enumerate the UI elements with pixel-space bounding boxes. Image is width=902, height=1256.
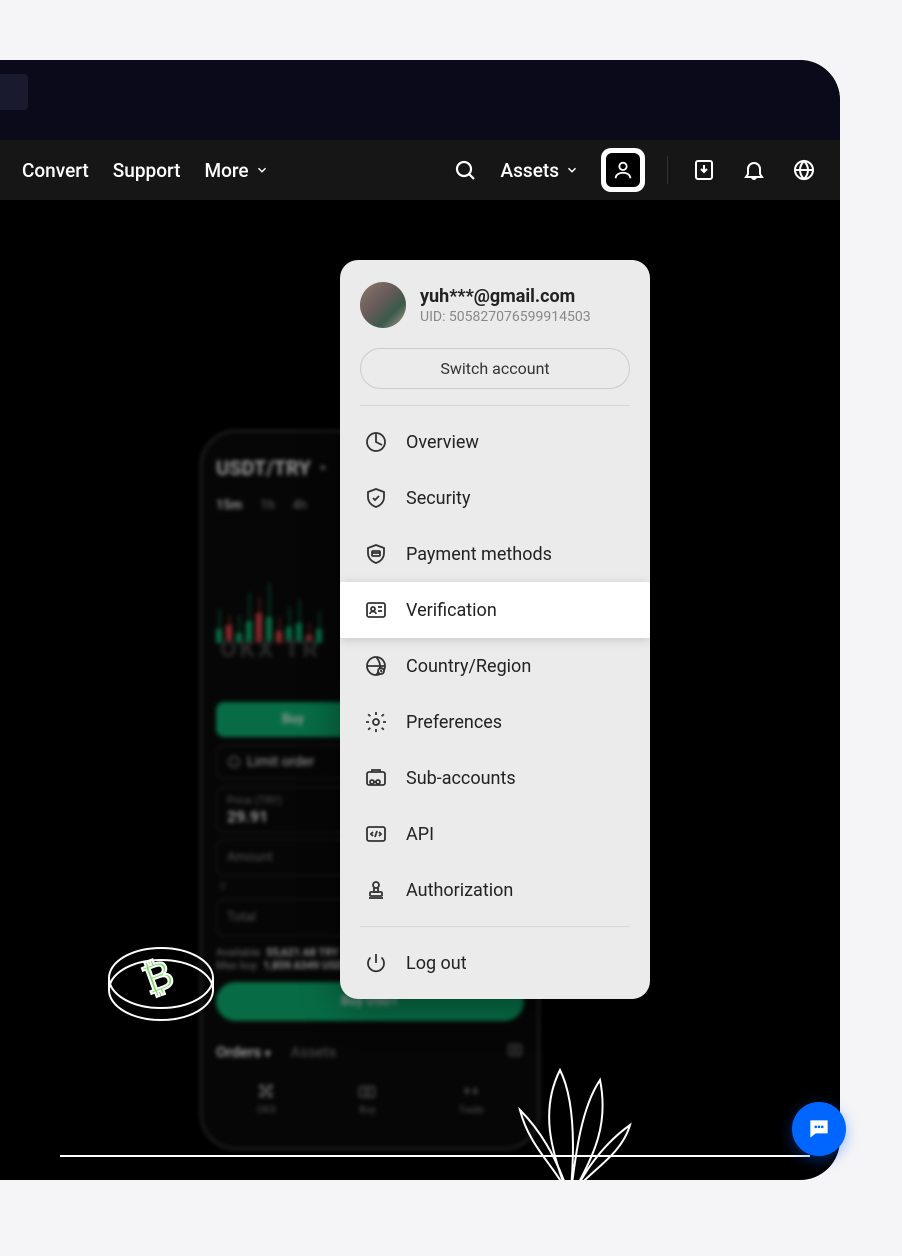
- bn-buy[interactable]: Buy: [357, 1081, 377, 1116]
- nav-convert[interactable]: Convert: [22, 159, 89, 182]
- switch-account-button[interactable]: Switch account: [360, 348, 630, 389]
- bn-okx[interactable]: OKX: [256, 1081, 276, 1116]
- globe-location-icon: [364, 654, 388, 678]
- language-button[interactable]: [790, 156, 818, 184]
- chevron-down-icon: [255, 163, 269, 177]
- search-icon: [453, 158, 477, 182]
- code-icon: [364, 822, 388, 846]
- card-icon: [364, 542, 388, 566]
- menu-security[interactable]: Security: [340, 470, 650, 526]
- globe-icon: [792, 158, 816, 182]
- search-button[interactable]: [451, 156, 479, 184]
- browser-tab-edge: [0, 74, 28, 110]
- info-icon: [227, 755, 241, 769]
- user-uid: UID: 505827076599914503: [420, 309, 591, 325]
- window-title-bar: [0, 60, 840, 140]
- user-menu-button[interactable]: [601, 148, 645, 192]
- menu-label: Log out: [406, 953, 467, 974]
- download-button[interactable]: [690, 156, 718, 184]
- menu-label: Sub-accounts: [406, 768, 516, 789]
- tf-1h[interactable]: 1h: [260, 498, 274, 513]
- menu-label: Authorization: [406, 880, 513, 901]
- top-navbar: Convert Support More Assets: [0, 140, 840, 200]
- chart-watermark: OKX TR: [220, 635, 321, 663]
- menu-label: Overview: [406, 432, 479, 453]
- menu-list: Overview Security Payment methods: [340, 406, 650, 926]
- overview-icon: [364, 430, 388, 454]
- phone-bottom-nav: OKX Buy Trade: [216, 1081, 524, 1116]
- nav-divider: [667, 156, 668, 184]
- coin-decoration: ₿: [96, 940, 226, 1030]
- page-root: Convert Support More Assets: [0, 0, 902, 1256]
- tf-15m[interactable]: 15m: [216, 498, 242, 513]
- menu-authorization[interactable]: Authorization: [340, 862, 650, 918]
- nav-assets[interactable]: Assets: [501, 159, 579, 182]
- menu-country-region[interactable]: Country/Region: [340, 638, 650, 694]
- menu-payment-methods[interactable]: Payment methods: [340, 526, 650, 582]
- app-window: Convert Support More Assets: [0, 60, 840, 1180]
- id-card-icon: [364, 598, 388, 622]
- bottom-assets-tab[interactable]: Assets: [291, 1043, 337, 1061]
- tf-4h[interactable]: 4h: [293, 498, 307, 513]
- stamp-icon: [364, 878, 388, 902]
- ground-line: [60, 1155, 810, 1157]
- menu-logout[interactable]: Log out: [340, 935, 650, 991]
- user-email: yuh***@gmail.com: [420, 286, 591, 307]
- svg-text:₿: ₿: [137, 952, 180, 1003]
- menu-label: Preferences: [406, 712, 502, 733]
- avatar: [360, 282, 406, 328]
- download-icon: [692, 158, 716, 182]
- chat-icon: [806, 1116, 832, 1142]
- gear-icon: [364, 710, 388, 734]
- menu-overview[interactable]: Overview: [340, 414, 650, 470]
- shield-icon: [364, 486, 388, 510]
- nav-more[interactable]: More: [204, 159, 268, 182]
- nav-support[interactable]: Support: [113, 159, 181, 182]
- plant-decoration: [480, 1050, 660, 1180]
- menu-label: Verification: [406, 600, 497, 621]
- user-icon: [612, 159, 634, 181]
- power-icon: [364, 951, 388, 975]
- menu-sub-accounts[interactable]: Sub-accounts: [340, 750, 650, 806]
- notifications-button[interactable]: [740, 156, 768, 184]
- orders-tab[interactable]: Orders ▾: [216, 1043, 271, 1061]
- menu-api[interactable]: API: [340, 806, 650, 862]
- menu-label: API: [406, 824, 434, 845]
- accounts-icon: [364, 766, 388, 790]
- bell-icon: [742, 158, 766, 182]
- menu-label: Payment methods: [406, 544, 552, 565]
- chevron-down-icon: [565, 163, 579, 177]
- menu-preferences[interactable]: Preferences: [340, 694, 650, 750]
- menu-verification[interactable]: Verification: [340, 582, 650, 638]
- user-info-header: yuh***@gmail.com UID: 505827076599914503: [340, 260, 650, 342]
- chat-fab[interactable]: [792, 1102, 846, 1156]
- caret-down-icon: [317, 462, 329, 474]
- menu-label: Security: [406, 488, 470, 509]
- menu-label: Country/Region: [406, 656, 531, 677]
- user-dropdown-panel: yuh***@gmail.com UID: 505827076599914503…: [340, 260, 650, 999]
